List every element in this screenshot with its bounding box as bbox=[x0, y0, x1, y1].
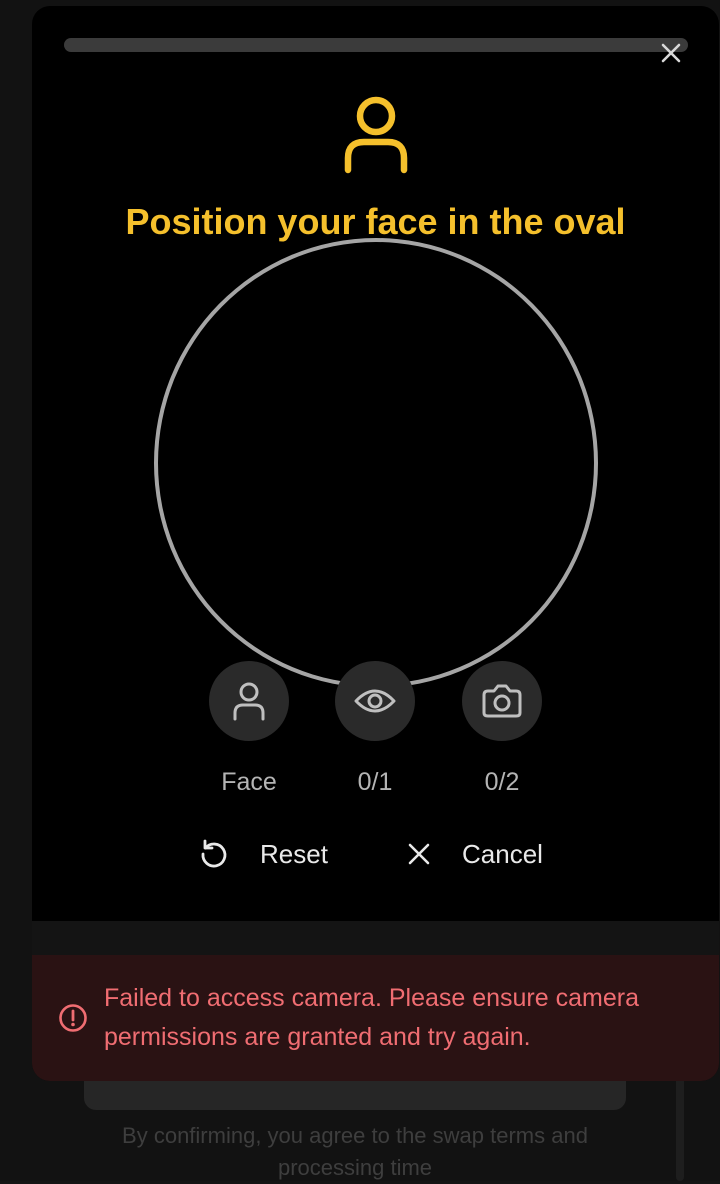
step-photo-badge bbox=[462, 661, 542, 741]
step-eye-label: 0/1 bbox=[357, 768, 393, 796]
step-face: Face bbox=[209, 661, 289, 797]
close-icon bbox=[661, 43, 681, 63]
close-button[interactable] bbox=[654, 36, 688, 70]
alert-circle-icon bbox=[59, 1004, 87, 1032]
drag-handle[interactable] bbox=[64, 38, 688, 52]
cancel-button[interactable]: Cancel bbox=[406, 834, 543, 874]
reset-button[interactable]: Reset bbox=[198, 834, 328, 874]
step-face-label: Face bbox=[221, 768, 277, 796]
step-photo: 0/2 bbox=[462, 661, 542, 797]
reset-label: Reset bbox=[260, 838, 328, 869]
cancel-label: Cancel bbox=[462, 838, 543, 869]
camera-error-banner: Failed to access camera. Please ensure c… bbox=[32, 955, 719, 1081]
person-icon bbox=[233, 682, 265, 721]
face-capture-modal: Position your face in the oval Face 0/1 bbox=[32, 6, 719, 1081]
reset-icon bbox=[201, 839, 227, 868]
background-terms-text: By confirming, you agree to the swap ter… bbox=[122, 1123, 588, 1180]
error-message: Failed to access camera. Please ensure c… bbox=[104, 984, 639, 1051]
face-oval-guide bbox=[154, 238, 598, 688]
person-icon bbox=[344, 96, 408, 174]
step-eye-badge bbox=[335, 661, 415, 741]
eye-icon bbox=[354, 689, 396, 713]
step-photo-label: 0/2 bbox=[484, 768, 520, 796]
close-icon bbox=[408, 843, 430, 865]
camera-icon bbox=[482, 684, 522, 718]
step-face-badge bbox=[209, 661, 289, 741]
step-eye: 0/1 bbox=[335, 661, 415, 797]
